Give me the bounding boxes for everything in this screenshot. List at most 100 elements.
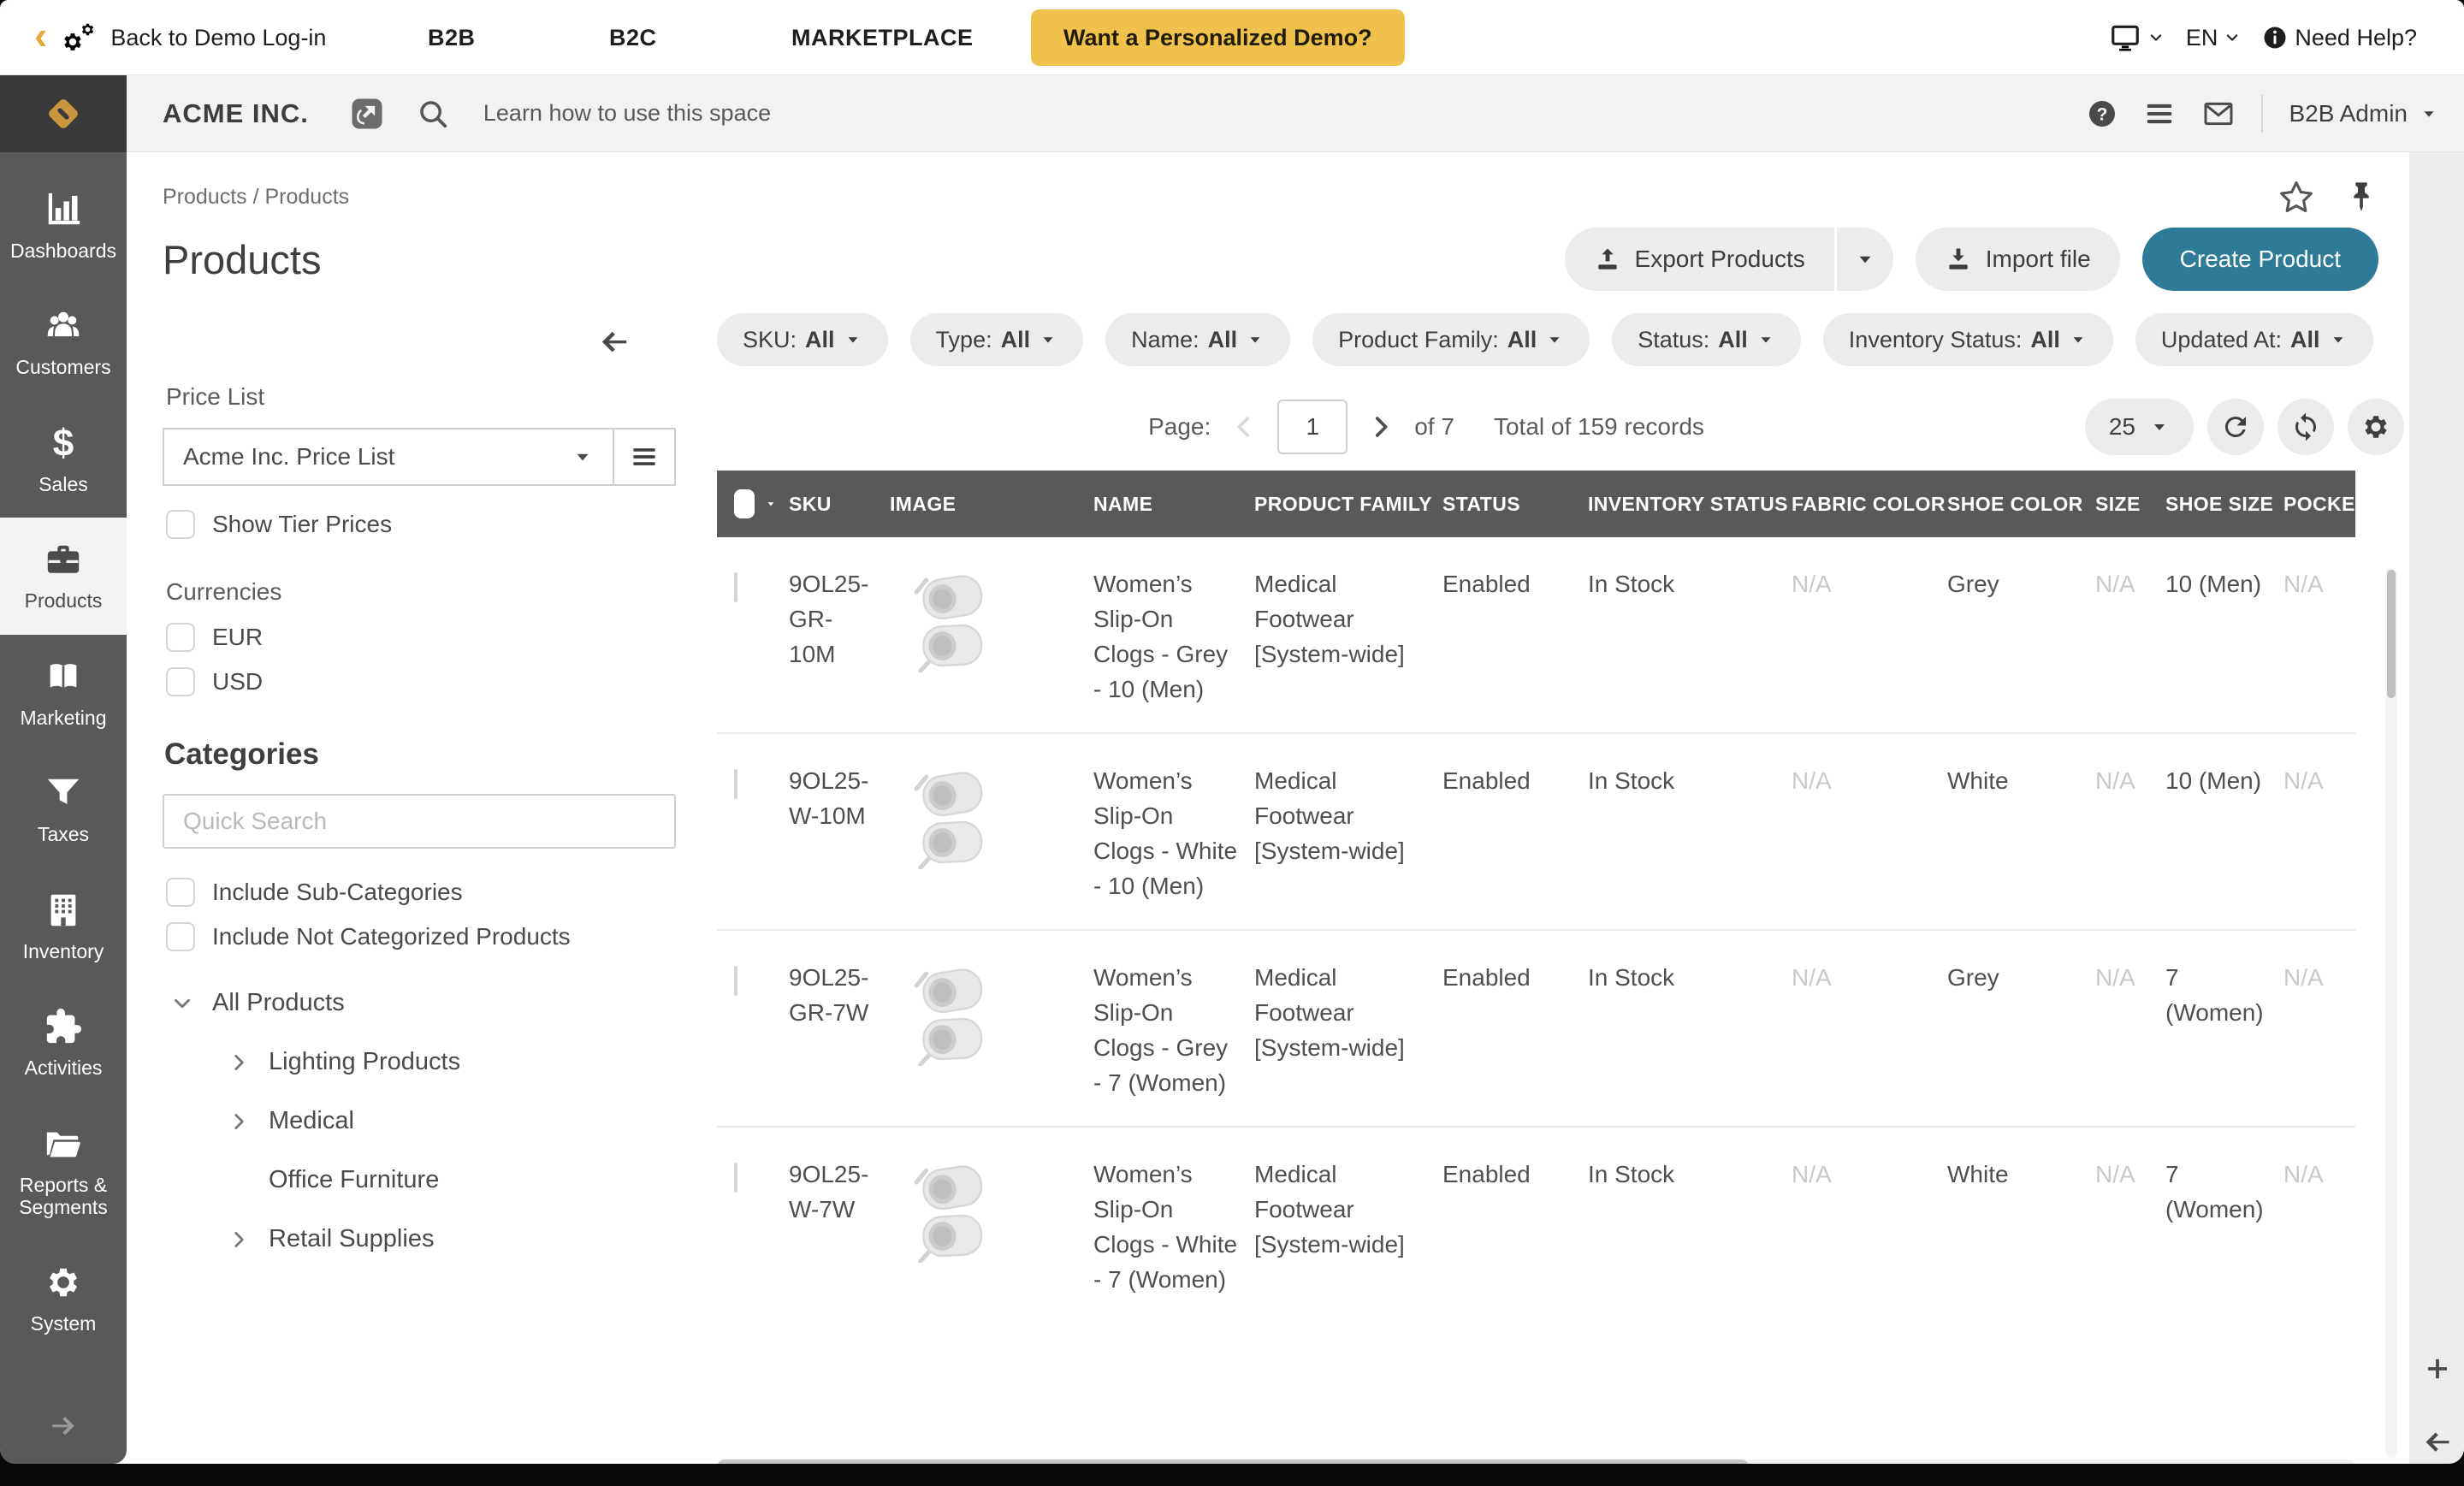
personalized-demo-button[interactable]: Want a Personalized Demo? [1031,9,1405,66]
column-header-shoe-color[interactable]: SHOE COLOR [1947,493,2095,516]
breadcrumb[interactable]: Products / Products [163,185,349,210]
mail-icon[interactable] [2201,97,2236,131]
import-file-button[interactable]: Import file [1916,228,2120,291]
sidebar-item-system[interactable]: System [0,1240,127,1357]
vertical-scrollbar-thumb[interactable] [2387,570,2396,698]
sidebar-item-marketing[interactable]: Marketing [0,635,127,751]
diamond-logo-icon [38,89,88,139]
language-selector[interactable]: EN [2186,25,2241,51]
tree-node-all-products[interactable]: All Products [163,989,676,1017]
sidebar-item-taxes[interactable]: Taxes [0,751,127,867]
sidebar-item-reports-segments[interactable]: Reports & Segments [0,1102,127,1241]
menu-icon[interactable] [2143,98,2176,130]
zoom-in-button[interactable] [2421,1353,2454,1385]
category-quick-search-input[interactable] [163,794,676,849]
filter-pill-product-family[interactable]: Product Family:All [1312,313,1590,366]
cell-fabric-color: N/A [1792,763,1947,798]
help-icon[interactable] [2087,98,2118,129]
cell-pockets: N/A [2283,960,2355,995]
app-header: ACME INC. Learn how to use this space B2… [0,75,2464,152]
price-list-menu-button[interactable] [613,429,674,484]
reset-button[interactable] [2277,399,2334,455]
cell-shoe-color: White [1947,1157,2095,1192]
create-product-button[interactable]: Create Product [2142,228,2378,291]
nav-item-b2c[interactable]: B2C [609,0,657,75]
tree-node-retail-supplies[interactable]: Retail Supplies [163,1225,676,1253]
nav-item-marketplace[interactable]: MARKETPLACE [791,0,974,75]
filter-pill-inventory-status[interactable]: Inventory Status:All [1823,313,2113,366]
table-row[interactable]: 9OL25-W-10M Women’s Slip-On Clogs - Whit… [717,732,2355,929]
cell-size: N/A [2095,566,2165,601]
caret-down-icon[interactable] [765,495,777,512]
page-number-input[interactable] [1277,400,1348,454]
show-tier-prices-checkbox[interactable] [166,510,195,539]
page-size-selector[interactable]: 25 [2085,399,2194,455]
export-options-caret-button[interactable] [1837,228,1893,291]
include-not-categorized-checkbox[interactable] [166,922,195,951]
previous-page-chevron-icon[interactable] [1229,412,1259,441]
divider [2261,95,2263,133]
column-header-name[interactable]: NAME [1093,493,1254,516]
column-header-pockets[interactable]: POCKETS [2283,493,2355,516]
filter-pill-type[interactable]: Type:All [910,313,1084,366]
price-list-select[interactable]: Acme Inc. Price List [164,429,613,484]
column-header-sku[interactable]: SKU [789,493,890,516]
tree-node-lighting-products[interactable]: Lighting Products [163,1048,676,1076]
need-help-link[interactable]: Need Help? [2262,25,2417,51]
filter-pill-status[interactable]: Status:All [1612,313,1801,366]
folder-icon [44,1124,83,1163]
tree-node-office-furniture[interactable]: Office Furniture [163,1166,676,1194]
column-header-fabric-color[interactable]: FABRIC COLOR [1792,493,1947,516]
favorite-star-icon[interactable] [2277,178,2315,216]
sidebar-item-inventory[interactable]: Inventory [0,868,127,985]
filter-pill-sku[interactable]: SKU:All [717,313,888,366]
table-row[interactable]: 9OL25-GR-7W Women’s Slip-On Clogs - Grey… [717,929,2355,1126]
column-header-status[interactable]: STATUS [1442,493,1588,516]
currency-usd-checkbox[interactable] [166,667,195,696]
pin-icon[interactable] [2344,180,2378,214]
back-to-demo-link[interactable]: Back to Demo Log-in [110,25,326,51]
export-products-button[interactable]: Export Products [1565,228,1834,291]
column-header-product-family[interactable]: PRODUCT FAMILY [1254,493,1442,516]
column-header-inventory-status[interactable]: INVENTORY STATUS [1588,493,1792,516]
cell-shoe-size: 10 (Men) [2165,566,2283,601]
row-checkbox[interactable] [734,572,737,602]
collapse-panel-button[interactable] [597,325,631,359]
row-checkbox[interactable] [734,1163,737,1193]
collapse-chevron-icon[interactable]: ‹ [34,15,47,55]
cell-sku: 9OL25-W-7W [789,1157,890,1227]
nav-item-b2b[interactable]: B2B [428,0,476,75]
refresh-button[interactable] [2207,399,2264,455]
sidebar-item-dashboards[interactable]: Dashboards [0,168,127,284]
search-icon[interactable] [417,98,449,130]
products-grid: SKU:All Type:All Name:All Product Family… [717,313,2409,1464]
org-logo[interactable] [0,75,127,152]
back-arrow-button[interactable] [2421,1426,2454,1459]
table-row[interactable]: 9OL25-GR-10M Women’s Slip-On Clogs - Gre… [717,537,2355,732]
currency-eur-checkbox[interactable] [166,623,195,652]
row-checkbox[interactable] [734,769,737,799]
external-link-icon[interactable] [350,97,384,131]
next-page-chevron-icon[interactable] [1366,412,1395,441]
column-header-size[interactable]: SIZE [2095,493,2165,516]
sidebar-expand-button[interactable] [0,1411,127,1442]
device-switcher[interactable] [2109,21,2164,54]
tree-node-medical[interactable]: Medical [163,1107,676,1135]
grid-settings-button[interactable] [2348,399,2404,455]
sidebar-item-customers[interactable]: Customers [0,284,127,400]
sidebar-item-activities[interactable]: Activities [0,985,127,1101]
sidebar-item-products[interactable]: Products [0,518,127,634]
sidebar-item-sales[interactable]: Sales [0,401,127,518]
vertical-scrollbar[interactable] [2385,568,2397,1458]
column-header-shoe-size[interactable]: SHOE SIZE [2165,493,2283,516]
filter-pill-name[interactable]: Name:All [1105,313,1290,366]
user-menu[interactable]: B2B Admin [2289,100,2438,127]
row-checkbox[interactable] [734,966,737,996]
column-header-image[interactable]: IMAGE [890,493,1093,516]
select-all-checkbox[interactable] [734,489,755,518]
horizontal-scrollbar-thumb[interactable] [717,1459,1749,1464]
filter-pill-updated-at[interactable]: Updated At:All [2135,313,2373,366]
horizontal-scrollbar[interactable] [717,1459,2355,1464]
table-row[interactable]: 9OL25-W-7W Women’s Slip-On Clogs - White… [717,1126,2355,1323]
include-sub-categories-checkbox[interactable] [166,878,195,907]
